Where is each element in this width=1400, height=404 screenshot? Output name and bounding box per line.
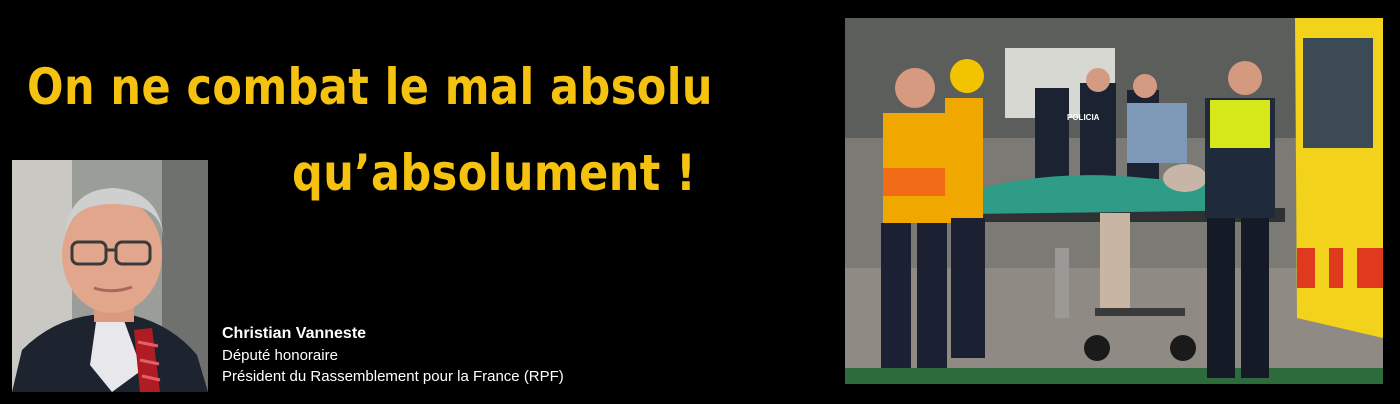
banner: On ne combat le mal absolu qu’absolument…	[0, 0, 1400, 404]
headline-line-1: On ne combat le mal absolu	[27, 58, 713, 116]
author-name: Christian Vanneste	[222, 325, 367, 342]
headline-line-2: qu’absolument !	[292, 144, 697, 202]
police-label: POLICIA	[1067, 113, 1100, 122]
news-photo: POLICIA	[845, 18, 1383, 384]
author-caption: Christian Vanneste Député honoraire Prés…	[222, 323, 564, 387]
author-portrait	[12, 160, 208, 392]
author-role: Président du Rassemblement pour la Franc…	[222, 368, 564, 385]
author-title: Député honoraire	[222, 347, 338, 364]
